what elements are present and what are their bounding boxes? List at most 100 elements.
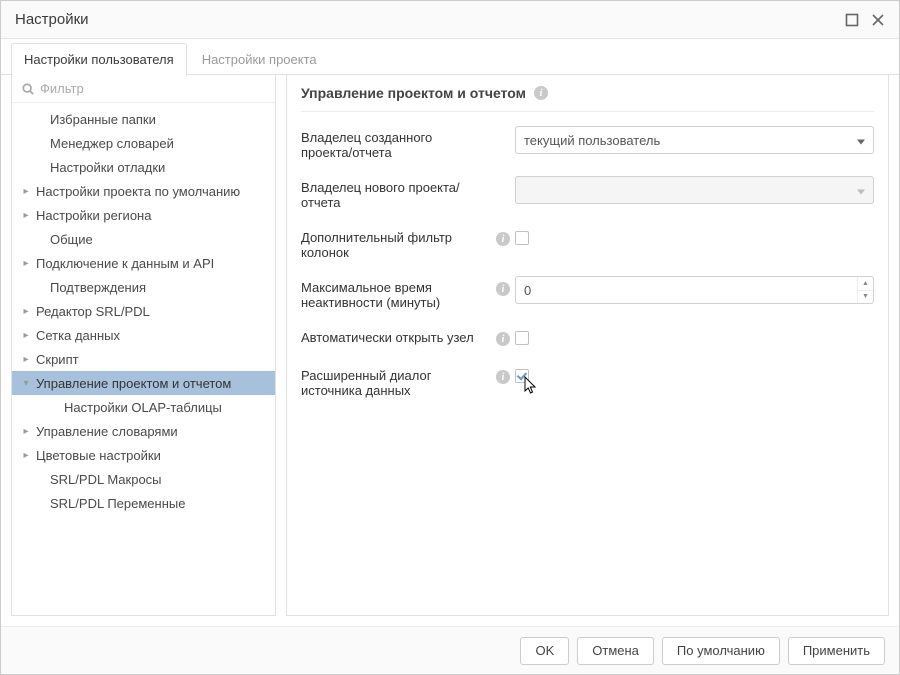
tree-spacer — [34, 161, 46, 173]
sidebar-item-2[interactable]: Настройки отладки — [12, 155, 275, 179]
sidebar-item-label: Подключение к данным и API — [36, 256, 214, 271]
sidebar-item-label: Редактор SRL/PDL — [36, 304, 150, 319]
checkbox-ext-ds-dialog[interactable] — [515, 369, 529, 383]
ok-button[interactable]: OK — [520, 637, 569, 665]
sidebar-item-4[interactable]: ▸ Настройки региона — [12, 203, 275, 227]
sidebar-item-9[interactable]: ▸ Сетка данных — [12, 323, 275, 347]
chevron-right-icon[interactable]: ▸ — [20, 353, 32, 365]
sidebar-item-6[interactable]: ▸ Подключение к данным и API — [12, 251, 275, 275]
sidebar-item-0[interactable]: Избранные папки — [12, 107, 275, 131]
titlebar: Настройки — [1, 1, 899, 39]
tree-spacer — [34, 497, 46, 509]
row-owner-created: Владелец созданного проекта/отчета текущ… — [301, 126, 874, 160]
sidebar-item-label: Настройки отладки — [50, 160, 165, 175]
label-owner-created: Владелец созданного проекта/отчета — [301, 126, 491, 160]
chevron-right-icon[interactable]: ▸ — [20, 185, 32, 197]
row-auto-open-node: Автоматически открыть узел i — [301, 326, 874, 348]
sidebar-item-1[interactable]: Менеджер словарей — [12, 131, 275, 155]
select-owner-created-value: текущий пользователь — [524, 133, 660, 148]
row-owner-new: Владелец нового проекта/отчета — [301, 176, 874, 210]
filter-placeholder: Фильтр — [40, 81, 84, 96]
dialog-footer: OK Отмена По умолчанию Применить — [1, 626, 899, 674]
row-extra-col-filter: Дополнительный фильтр колонок i — [301, 226, 874, 260]
select-owner-new — [515, 176, 874, 204]
chevron-down-icon — [857, 133, 865, 148]
search-icon — [22, 83, 34, 95]
label-extra-col-filter: Дополнительный фильтр колонок — [301, 226, 491, 260]
sidebar-item-label: Сетка данных — [36, 328, 120, 343]
tree-spacer — [34, 137, 46, 149]
sidebar-item-10[interactable]: ▸ Скрипт — [12, 347, 275, 371]
label-max-inactivity: Максимальное время неактивности (минуты) — [301, 276, 491, 310]
info-icon[interactable]: i — [496, 232, 510, 246]
sidebar-item-7[interactable]: Подтверждения — [12, 275, 275, 299]
row-ext-ds-dialog: Расширенный диалог источника данных i — [301, 364, 874, 398]
tabs-bar: Настройки пользователя Настройки проекта — [1, 39, 899, 75]
label-ext-ds-dialog: Расширенный диалог источника данных — [301, 364, 491, 398]
label-auto-open-node: Автоматически открыть узел — [301, 326, 491, 345]
checkbox-extra-col-filter[interactable] — [515, 231, 529, 245]
input-max-inactivity[interactable]: 0 ▲ ▼ — [515, 276, 874, 304]
input-max-inactivity-value: 0 — [516, 277, 857, 303]
sidebar-item-16[interactable]: SRL/PDL Переменные — [12, 491, 275, 515]
chevron-right-icon[interactable]: ▸ — [20, 449, 32, 461]
spinner-up-icon[interactable]: ▲ — [858, 277, 873, 291]
sidebar-item-13[interactable]: ▸ Управление словарями — [12, 419, 275, 443]
tab-user-settings[interactable]: Настройки пользователя — [11, 43, 187, 76]
apply-button[interactable]: Применить — [788, 637, 885, 665]
chevron-down-icon[interactable]: ▾ — [20, 377, 32, 389]
settings-window: Настройки Настройки пользователя Настрой… — [0, 0, 900, 675]
sidebar-item-label: Общие — [50, 232, 93, 247]
chevron-down-icon — [857, 183, 865, 198]
sidebar-item-label: Скрипт — [36, 352, 79, 367]
tree-spacer — [34, 233, 46, 245]
sidebar-item-label: SRL/PDL Переменные — [50, 496, 185, 511]
sidebar-item-label: Управление словарями — [36, 424, 178, 439]
chevron-right-icon[interactable]: ▸ — [20, 425, 32, 437]
spinner-down-icon[interactable]: ▼ — [858, 291, 873, 304]
sidebar: Фильтр Избранные папки Менеджер словарей Н… — [11, 75, 276, 616]
section-title-text: Управление проектом и отчетом — [301, 85, 526, 101]
sidebar-item-15[interactable]: SRL/PDL Макросы — [12, 467, 275, 491]
sidebar-item-3[interactable]: ▸ Настройки проекта по умолчанию — [12, 179, 275, 203]
window-title: Настройки — [15, 11, 89, 28]
sidebar-item-label: Настройки OLAP-таблицы — [64, 400, 222, 415]
chevron-right-icon[interactable]: ▸ — [20, 209, 32, 221]
sidebar-item-5[interactable]: Общие — [12, 227, 275, 251]
sidebar-item-label: Управление проектом и отчетом — [36, 376, 231, 391]
tree-spacer — [34, 473, 46, 485]
default-button[interactable]: По умолчанию — [662, 637, 780, 665]
sidebar-item-label: Избранные папки — [50, 112, 156, 127]
sidebar-item-label: Цветовые настройки — [36, 448, 161, 463]
sidebar-item-label: Настройки проекта по умолчанию — [36, 184, 240, 199]
content-area: Фильтр Избранные папки Менеджер словарей Н… — [1, 74, 899, 626]
label-owner-new: Владелец нового проекта/отчета — [301, 176, 491, 210]
chevron-right-icon[interactable]: ▸ — [20, 329, 32, 341]
tab-project-settings[interactable]: Настройки проекта — [189, 43, 330, 76]
settings-tree: Избранные папки Менеджер словарей Настройк… — [12, 103, 275, 615]
checkbox-auto-open-node[interactable] — [515, 331, 529, 345]
sidebar-item-14[interactable]: ▸ Цветовые настройки — [12, 443, 275, 467]
row-max-inactivity: Максимальное время неактивности (минуты)… — [301, 276, 874, 310]
sidebar-item-label: Подтверждения — [50, 280, 146, 295]
select-owner-created[interactable]: текущий пользователь — [515, 126, 874, 154]
info-icon[interactable]: i — [496, 332, 510, 346]
tree-spacer — [34, 113, 46, 125]
info-icon[interactable]: i — [496, 282, 510, 296]
sidebar-item-8[interactable]: ▸ Редактор SRL/PDL — [12, 299, 275, 323]
chevron-right-icon[interactable]: ▸ — [20, 257, 32, 269]
filter-input[interactable]: Фильтр — [12, 75, 275, 103]
section-title: Управление проектом и отчетом i — [301, 85, 874, 112]
sidebar-item-11[interactable]: ▾ Управление проектом и отчетом — [12, 371, 275, 395]
sidebar-item-label: SRL/PDL Макросы — [50, 472, 162, 487]
chevron-right-icon[interactable]: ▸ — [20, 305, 32, 317]
close-icon[interactable] — [871, 13, 885, 27]
cancel-button[interactable]: Отмена — [577, 637, 654, 665]
sidebar-item-12[interactable]: Настройки OLAP-таблицы — [12, 395, 275, 419]
sidebar-item-label: Настройки региона — [36, 208, 151, 223]
titlebar-actions — [845, 13, 885, 27]
info-icon[interactable]: i — [534, 86, 548, 100]
maximize-icon[interactable] — [845, 13, 859, 27]
main-panel: Управление проектом и отчетом i Владелец… — [286, 75, 889, 616]
info-icon[interactable]: i — [496, 370, 510, 384]
